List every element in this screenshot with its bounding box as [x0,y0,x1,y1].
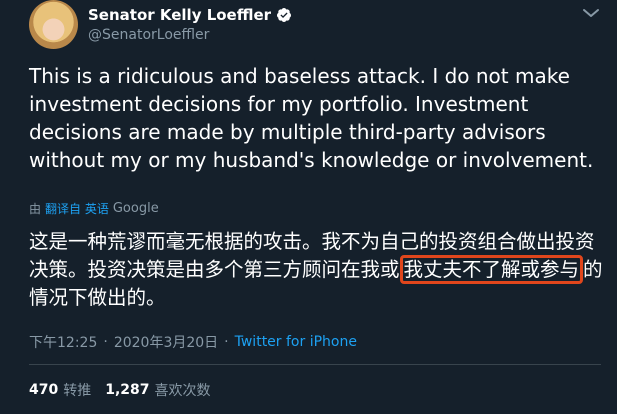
retweets-label[interactable]: 转推 [63,380,91,400]
verified-badge-icon [277,8,292,22]
display-name[interactable]: Senator Kelly Loeffler [88,6,271,24]
separator: · [103,334,108,350]
avatar[interactable] [29,0,78,49]
retweets-count[interactable]: 470 [29,382,58,398]
tweet-metadata: 下午12:25 · 2020年3月20日 · Twitter for iPhon… [29,332,357,352]
tweet-time[interactable]: 下午12:25 [29,332,97,352]
tweet-stats: 470 转推 1,287 喜欢次数 [29,380,225,400]
likes-count[interactable]: 1,287 [105,382,149,398]
tweet-source-link[interactable]: Twitter for iPhone [235,334,357,350]
google-logo: Google [112,201,159,216]
translation-prefix: 由 [29,202,42,216]
divider [29,364,601,365]
author-handle[interactable]: @SenatorLoeffler [88,27,209,43]
tweet-text: This is a ridiculous and baseless attack… [29,64,594,172]
separator: · [224,334,229,350]
translated-from-link[interactable]: 翻译自 英语 [45,200,109,217]
likes-label[interactable]: 喜欢次数 [155,380,211,400]
highlighted-phrase: 我丈夫不了解或参与 [399,255,584,284]
translation-attribution: 由 翻译自 英语 Google [29,200,159,217]
tweet-date[interactable]: 2020年3月20日 [114,332,218,352]
translated-text: 这是一种荒谬而毫无根据的攻击。我不为自己的投资组合做出投资决策。投资决策是由多个… [29,228,604,312]
author-name-row: Senator Kelly Loeffler [88,6,292,24]
chevron-down-icon[interactable] [582,7,600,19]
